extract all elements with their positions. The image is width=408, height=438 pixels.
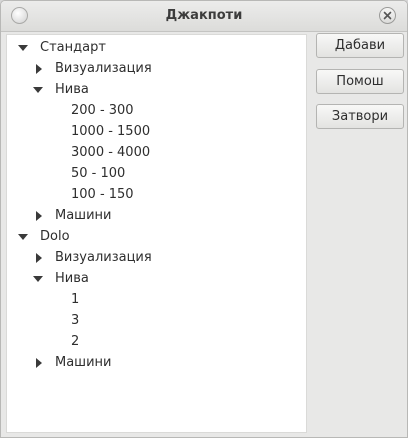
triangle-down-icon[interactable]	[18, 234, 28, 240]
tree-node-label: Нива	[55, 271, 89, 286]
tree-node-standard-levels[interactable]: Нива	[7, 79, 306, 100]
triangle-down-icon[interactable]	[33, 276, 43, 282]
tree-node-standard-machines[interactable]: Машини	[7, 205, 306, 226]
tree-node-label: Машини	[55, 355, 112, 370]
tree-leaf-level[interactable]: 2	[71, 331, 79, 352]
triangle-right-icon[interactable]	[36, 358, 42, 368]
triangle-right-icon[interactable]	[36, 64, 42, 74]
tree-node-standard-visualization[interactable]: Визуализация	[7, 58, 306, 79]
triangle-right-icon[interactable]	[36, 211, 42, 221]
tree-node-dolo[interactable]: Dolo	[7, 226, 306, 247]
close-button[interactable]: Затвори	[316, 104, 404, 129]
tree-node-label: Визуализация	[55, 250, 152, 265]
tree-node-label: Dolo	[40, 229, 70, 244]
window-title: Джакпоти	[165, 8, 243, 23]
tree-node-label: Стандарт	[40, 40, 106, 55]
triangle-down-icon[interactable]	[18, 45, 28, 51]
triangle-down-icon[interactable]	[33, 87, 43, 93]
title-bar: Джакпоти	[1, 1, 407, 32]
add-button[interactable]: Дабави	[316, 33, 404, 58]
jackpot-tree[interactable]: Стандарт Визуализация Нива 200 - 300 100…	[6, 34, 307, 433]
tree-node-dolo-machines[interactable]: Машини	[7, 352, 306, 373]
tree-leaf-level[interactable]: 1	[71, 289, 79, 310]
tree-leaf-level[interactable]: 100 - 150	[71, 184, 134, 205]
tree-node-standard[interactable]: Стандарт	[7, 37, 306, 58]
tree-node-label: Машини	[55, 208, 112, 223]
tree-leaf-level[interactable]: 3	[71, 310, 79, 331]
tree-leaf-level[interactable]: 50 - 100	[71, 163, 125, 184]
help-button[interactable]: Помош	[316, 69, 404, 94]
tree-leaf-level[interactable]: 1000 - 1500	[71, 121, 150, 142]
dialog-window: Джакпоти Стандарт Визуализация Нива 200 …	[0, 0, 408, 438]
close-icon	[383, 11, 392, 20]
tree-node-label: Нива	[55, 82, 89, 97]
tree-node-dolo-visualization[interactable]: Визуализация	[7, 247, 306, 268]
tree-leaf-level[interactable]: 200 - 300	[71, 100, 134, 121]
window-close-button[interactable]	[379, 7, 396, 24]
tree-leaf-level[interactable]: 3000 - 4000	[71, 142, 150, 163]
tree-node-dolo-levels[interactable]: Нива	[7, 268, 306, 289]
triangle-right-icon[interactable]	[36, 253, 42, 263]
tree-node-label: Визуализация	[55, 61, 152, 76]
